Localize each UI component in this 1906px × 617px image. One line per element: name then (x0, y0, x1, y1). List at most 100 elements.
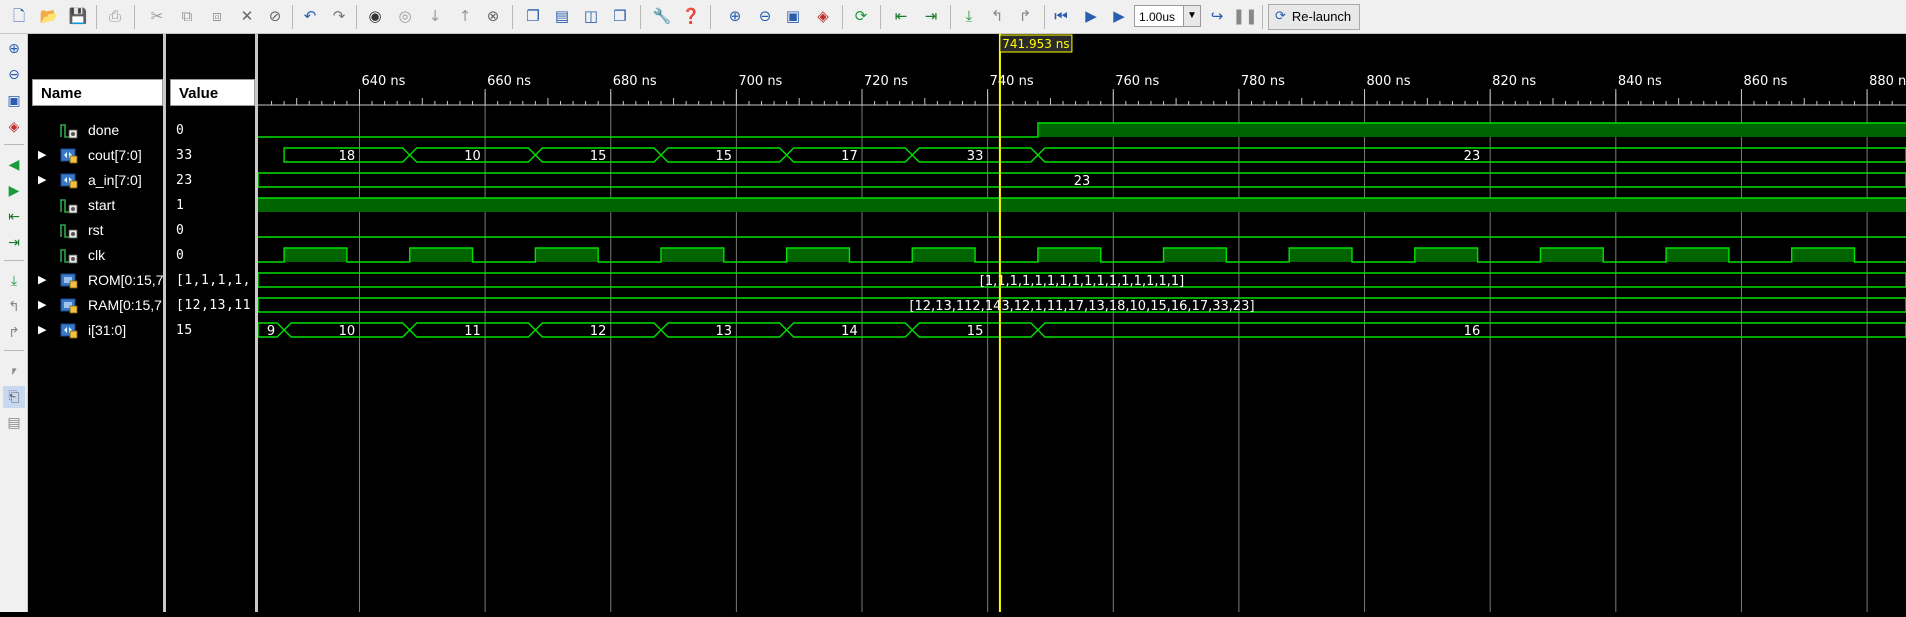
next-transition-icon[interactable]: ⇥ (3, 232, 25, 254)
cascade-windows-icon[interactable]: ❐ (522, 5, 544, 27)
signal-value-row[interactable]: 0 (166, 118, 255, 143)
main-toolbar: 🗋 📂 💾 ⎙ ✂ ⧉ ⧈ ✕ ⊘ ↶ ↷ ◉ ◎ ↓ ↑ ⊗ ❐ ▤ ◫ ❒ … (0, 0, 1906, 34)
zoom-in-icon[interactable]: ⊕ (724, 5, 746, 27)
expand-triangle-icon[interactable]: ▶ (38, 143, 48, 168)
signal-value: [12,13,11 (176, 298, 251, 313)
clk-high-fill (661, 248, 724, 262)
signal-row-rst[interactable]: rst (28, 218, 163, 243)
value-column-header[interactable]: Value (170, 79, 255, 106)
signal-row-clk[interactable]: clk (28, 243, 163, 268)
ram-value-label: [12,13,112,143,12,1,11,17,13,18,10,15,16… (909, 299, 1254, 314)
context-help-icon[interactable]: ❓ (680, 5, 702, 27)
expand-triangle-icon[interactable]: ▶ (38, 293, 48, 318)
signal-value-row[interactable]: 33 (166, 143, 255, 168)
array-signal-icon (60, 272, 78, 289)
zoom-cursor-icon[interactable]: ◈ (812, 5, 834, 27)
run-for-time-icon[interactable]: ▶ (1108, 5, 1130, 27)
signal-row-rom0157[interactable]: ▶ ROM[0:15,7 (28, 268, 163, 293)
bus-signal-icon (60, 172, 78, 189)
ruler-tick-label: 720 ns (864, 74, 908, 89)
rom-value-label: [1,1,1,1,1,1,1,1,1,1,1,1,1,1,1,1] (980, 274, 1184, 289)
new-file-icon[interactable]: 🗋 (8, 5, 30, 27)
pause-icon[interactable]: ❚❚ (1232, 5, 1257, 27)
ruler-tick-label: 640 ns (361, 74, 405, 89)
signal-value-row[interactable]: 15 (166, 318, 255, 343)
find-value-icon[interactable]: ◎ (394, 5, 416, 27)
waveform-canvas[interactable]: 640 ns 660 ns 680 ns 700 ns 720 ns 740 ns 760 … (257, 34, 1906, 612)
swap-cursors-icon[interactable]: ⎖ (3, 360, 25, 382)
cout-value-label: 18 (339, 149, 356, 164)
stop-icon[interactable]: ⊘ (264, 5, 286, 27)
tile-vertical-icon[interactable]: ◫ (580, 5, 602, 27)
redo-icon[interactable]: ↷ (328, 5, 350, 27)
bus-signal-icon (60, 147, 78, 164)
expand-triangle-icon[interactable]: ▶ (38, 168, 48, 193)
go-to-start-icon[interactable]: ◀ (3, 154, 25, 176)
signal-value-row[interactable]: 0 (166, 243, 255, 268)
zoom-in-icon[interactable]: ⊕ (3, 38, 25, 60)
expand-triangle-icon[interactable]: ▶ (38, 268, 48, 293)
next-icon[interactable]: ↓ (424, 5, 446, 27)
open-folder-icon[interactable]: 📂 (38, 5, 60, 27)
signal-name: start (88, 197, 116, 213)
previous-marker-icon[interactable]: ↰ (3, 296, 25, 318)
undo-icon[interactable]: ↶ (299, 5, 321, 27)
previous-transition-icon[interactable]: ⇤ (3, 206, 25, 228)
chevron-down-icon[interactable]: ▼ (1183, 5, 1201, 27)
i-value-label: 15 (967, 324, 984, 339)
signal-value-row[interactable]: 23 (166, 168, 255, 193)
signal-row-start[interactable]: start (28, 193, 163, 218)
previous-icon[interactable]: ↑ (454, 5, 476, 27)
zoom-out-icon[interactable]: ⊖ (3, 64, 25, 86)
next-marker-icon[interactable]: ↱ (1014, 5, 1036, 27)
paste-icon[interactable]: ⧈ (206, 5, 228, 27)
signal-row-ram0157[interactable]: ▶ RAM[0:15,7: (28, 293, 166, 318)
cut-icon[interactable]: ✂ (146, 5, 168, 27)
signal-row-a_in70[interactable]: ▶ a_in[7:0] (28, 168, 163, 193)
go-to-end-icon[interactable]: ▶ (3, 180, 25, 202)
add-marker-icon[interactable]: ⤓ (3, 270, 25, 292)
signal-name: clk (88, 247, 106, 263)
relaunch-button[interactable]: ⟳ Re-launch (1268, 4, 1361, 30)
print-icon[interactable]: ⎙ (104, 5, 126, 27)
bus-signal-icon (60, 322, 78, 339)
step-icon[interactable]: ↪ (1206, 5, 1228, 27)
zoom-fit-icon[interactable]: ▣ (3, 90, 25, 112)
signal-row-cout70[interactable]: ▶ cout[7:0] (28, 143, 163, 168)
signal-row-done[interactable]: done (28, 118, 163, 143)
previous-marker-icon[interactable]: ↰ (986, 5, 1008, 27)
signal-value-row[interactable]: 1 (166, 193, 255, 218)
settings-wrench-icon[interactable]: 🔧 (651, 5, 673, 27)
expand-triangle-icon[interactable]: ▶ (38, 318, 48, 343)
run-all-icon[interactable]: ▶ (1080, 5, 1102, 27)
delete-icon[interactable]: ✕ (236, 5, 258, 27)
zoom-fit-icon[interactable]: ▣ (782, 5, 804, 27)
ruler-tick-label: 820 ns (1492, 74, 1536, 89)
copy-icon[interactable]: ⧉ (176, 5, 198, 27)
restart-icon[interactable]: ⏮ (1050, 5, 1072, 27)
floating-ruler-icon[interactable]: ▤ (3, 412, 25, 434)
add-marker-icon[interactable]: ⤓ (958, 5, 980, 27)
save-icon[interactable]: 💾 (67, 5, 89, 27)
i-value-label: 13 (716, 324, 733, 339)
next-marker-icon[interactable]: ↱ (3, 322, 25, 344)
go-to-end-icon[interactable]: ⇥ (920, 5, 942, 27)
signal-name: ROM[0:15,7 (88, 272, 164, 288)
zoom-out-icon[interactable]: ⊖ (754, 5, 776, 27)
go-to-time-zero-icon[interactable]: ⇤ (890, 5, 912, 27)
float-window-icon[interactable]: ❒ (609, 5, 631, 27)
cout-value-label: 15 (716, 149, 733, 164)
signal-value-row[interactable]: 0 (166, 218, 255, 243)
tile-horizontal-icon[interactable]: ▤ (551, 5, 573, 27)
signal-value-row[interactable]: [1,1,1,1, (166, 268, 255, 293)
signal-name: a_in[7:0] (88, 172, 142, 188)
signal-row-i310[interactable]: ▶ i[31:0] (28, 318, 163, 343)
clear-icon[interactable]: ⊗ (482, 5, 504, 27)
signal-name: cout[7:0] (88, 147, 142, 163)
find-icon[interactable]: ◉ (364, 5, 386, 27)
snap-to-transition-icon[interactable]: ⎗ (3, 386, 25, 408)
zoom-cursor-icon[interactable]: ◈ (3, 116, 25, 138)
refresh-icon[interactable]: ⟳ (850, 5, 872, 27)
signal-value-row[interactable]: [12,13,11 (166, 293, 255, 318)
name-column-header[interactable]: Name (32, 79, 163, 106)
